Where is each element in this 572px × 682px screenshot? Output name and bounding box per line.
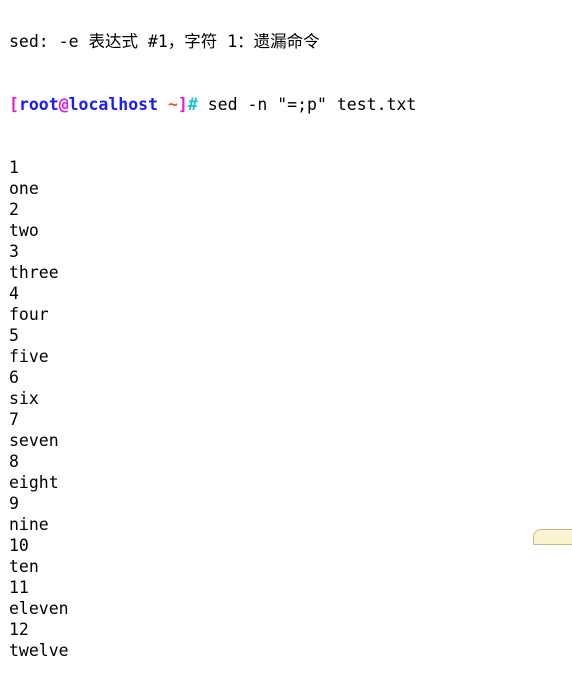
output-line: eight: [9, 473, 59, 492]
prompt-dir: ~: [167, 95, 178, 114]
output-line: 10: [9, 536, 29, 555]
output-line: 1: [9, 158, 19, 177]
output-line: nine: [9, 515, 49, 534]
prompt-at: @: [58, 95, 69, 114]
output-line: twelve: [9, 641, 69, 660]
corner-widget: [533, 529, 572, 545]
prompt-bracket-close: ]: [177, 95, 188, 114]
command-output: 1 one 2 two 3 three 4 four 5 five 6 six 7 seven 8 eight…: [9, 157, 416, 661]
output-line: two: [9, 221, 39, 240]
output-line: four: [9, 305, 49, 324]
output-line: six: [9, 389, 39, 408]
output-line: one: [9, 179, 39, 198]
output-line: three: [9, 263, 59, 282]
output-line: 12: [9, 620, 29, 639]
prompt-hash: #: [187, 95, 198, 114]
prompt-bracket-open: [: [9, 95, 19, 114]
output-line: 8: [9, 452, 19, 471]
output-line: 4: [9, 284, 19, 303]
output-line: seven: [9, 431, 59, 450]
output-line: five: [9, 347, 49, 366]
output-line: eleven: [9, 599, 69, 618]
prompt-host: localhost: [68, 95, 159, 114]
output-line: ten: [9, 557, 39, 576]
prompt-line: [root@localhost ~]# sed -n "=;p" test.tx…: [9, 94, 416, 115]
output-line: 11: [9, 578, 29, 597]
command-text: sed -n "=;p" test.txt: [197, 95, 417, 114]
terminal-output[interactable]: sed: -e 表达式 #1，字符 1：遗漏命令 [root@localhost…: [9, 0, 416, 682]
output-line: 9: [9, 494, 19, 513]
output-line: 6: [9, 368, 19, 387]
output-line: 5: [9, 326, 19, 345]
prompt-user: root: [18, 95, 59, 114]
output-line: 2: [9, 200, 19, 219]
output-line: 3: [9, 242, 19, 261]
error-line: sed: -e 表达式 #1，字符 1：遗漏命令: [9, 32, 320, 51]
output-line: 7: [9, 410, 19, 429]
